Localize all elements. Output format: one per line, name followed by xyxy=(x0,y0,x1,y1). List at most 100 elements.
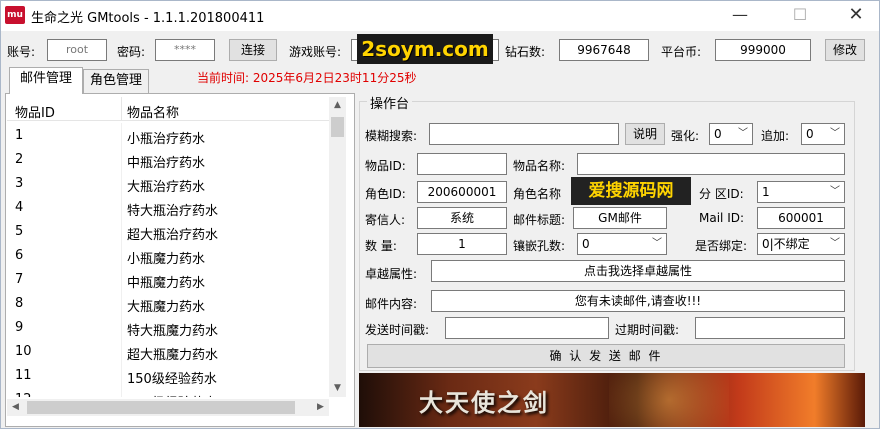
diamonds-input[interactable]: 9967648 xyxy=(559,39,649,61)
explain-button[interactable]: 说明 xyxy=(625,123,665,145)
item-name-cell: 中瓶治疗药水 xyxy=(127,156,206,171)
window-edge xyxy=(865,97,879,427)
table-row[interactable]: 2 中瓶治疗药水 xyxy=(7,147,345,171)
mail-title-label: 邮件标题: xyxy=(513,213,566,227)
hscroll-thumb[interactable] xyxy=(27,401,295,414)
zone-label: 分 区ID: xyxy=(699,187,744,201)
zone-select[interactable]: 1 ﹀ xyxy=(757,181,845,203)
item-id-cell: 2 xyxy=(15,152,24,167)
item-name-cell: 超大瓶治疗药水 xyxy=(127,228,219,243)
expire-time-input[interactable] xyxy=(695,317,845,339)
quantity-input[interactable]: 1 xyxy=(417,233,507,255)
enhance-select[interactable]: 0 ﹀ xyxy=(709,123,753,145)
table-row[interactable]: 7 中瓶魔力药水 xyxy=(7,267,345,291)
append-label: 追加: xyxy=(761,129,790,143)
scroll-left-icon[interactable]: ◀ xyxy=(7,399,24,416)
account-input[interactable]: root xyxy=(47,39,107,61)
send-time-label: 发送时间戳: xyxy=(365,323,430,337)
table-row[interactable]: 10 超大瓶魔力药水 xyxy=(7,339,345,363)
fuzzy-search-label: 模糊搜索: xyxy=(365,129,418,143)
connect-button[interactable]: 连接 xyxy=(229,39,277,61)
table-row[interactable]: 4 特大瓶治疗药水 xyxy=(7,195,345,219)
item-id-cell: 8 xyxy=(15,296,24,311)
send-time-input[interactable] xyxy=(445,317,609,339)
item-list[interactable]: 物品ID 物品名称 1 小瓶治疗药水 2 中瓶治疗药水 3 大瓶治疗药水 4 特大瓶治疗药水 5… xyxy=(7,97,345,397)
table-row[interactable]: 9 特大瓶魔力药水 xyxy=(7,315,345,339)
fuzzy-search-input[interactable] xyxy=(429,123,619,145)
table-row[interactable]: 5 超大瓶治疗药水 xyxy=(7,219,345,243)
close-button[interactable]: ✕ xyxy=(833,1,879,31)
banner-glow xyxy=(609,373,729,427)
chevron-down-icon: ﹀ xyxy=(830,238,840,249)
item-name-input[interactable] xyxy=(577,153,845,175)
item-name-cell: 大瓶治疗药水 xyxy=(127,180,206,195)
bound-select[interactable]: 0|不绑定 ﹀ xyxy=(757,233,845,255)
bound-label: 是否绑定: xyxy=(695,239,748,253)
current-time: 当前时间: 2025年6月2日23时11分25秒 xyxy=(197,71,417,85)
item-id-cell: 3 xyxy=(15,176,24,191)
banner-logo-text: 大天使之剑 xyxy=(419,388,549,417)
maximize-button[interactable]: ☐ xyxy=(777,1,823,31)
item-id-cell: 12 xyxy=(15,392,32,397)
chevron-down-icon: ﹀ xyxy=(738,128,748,139)
append-select[interactable]: 0 ﹀ xyxy=(801,123,845,145)
column-header-name[interactable]: 物品名称 xyxy=(127,102,179,121)
title-bar: mu 生命之光 GMtools - 1.1.1.201800411 — ☐ ✕ xyxy=(1,1,879,31)
diamonds-label: 钻石数: xyxy=(505,45,546,59)
item-id-cell: 9 xyxy=(15,320,24,335)
expire-time-label: 过期时间戳: xyxy=(615,323,680,337)
chevron-down-icon: ﹀ xyxy=(830,128,840,139)
mail-id-input[interactable]: 600001 xyxy=(757,207,845,229)
list-vertical-scrollbar[interactable]: ▲ ▼ xyxy=(329,97,346,397)
item-name-cell: 小瓶魔力药水 xyxy=(127,252,206,267)
role-id-label: 角色ID: xyxy=(365,187,406,201)
item-id-cell: 11 xyxy=(15,368,32,383)
password-input[interactable]: **** xyxy=(155,39,215,61)
enhance-label: 强化: xyxy=(671,129,700,143)
mail-content-input[interactable]: 您有未读邮件,请查收!!! xyxy=(431,290,845,312)
list-horizontal-scrollbar[interactable]: ◀ ▶ xyxy=(7,399,329,416)
mail-id-label: Mail ID: xyxy=(699,211,745,225)
sender-input[interactable]: 系统 xyxy=(417,207,507,229)
platform-coin-input[interactable]: 999000 xyxy=(715,39,811,61)
table-row[interactable]: 6 小瓶魔力药水 xyxy=(7,243,345,267)
scroll-down-icon[interactable]: ▼ xyxy=(329,380,346,397)
role-name-label: 角色名称 xyxy=(513,187,562,201)
tab-mail-management[interactable]: 邮件管理 xyxy=(9,67,83,94)
sender-label: 寄信人: xyxy=(365,213,406,227)
send-mail-button[interactable]: 确 认 发 送 邮 件 xyxy=(367,344,845,368)
table-row[interactable]: 8 大瓶魔力药水 xyxy=(7,291,345,315)
item-id-cell: 6 xyxy=(15,248,24,263)
item-id-label: 物品ID: xyxy=(365,159,406,173)
scroll-thumb[interactable] xyxy=(331,117,344,137)
table-row[interactable]: 12 230级经验药水 xyxy=(7,387,345,397)
minimize-button[interactable]: — xyxy=(717,1,763,31)
zone-value: 1 xyxy=(762,185,770,199)
scroll-up-icon[interactable]: ▲ xyxy=(329,97,346,114)
item-id-input[interactable] xyxy=(417,153,507,175)
socket-label: 镶嵌孔数: xyxy=(513,239,566,253)
column-header-id[interactable]: 物品ID xyxy=(15,102,55,121)
list-header: 物品ID 物品名称 xyxy=(7,97,345,121)
table-row[interactable]: 1 小瓶治疗药水 xyxy=(7,123,345,147)
modify-button[interactable]: 修改 xyxy=(825,39,865,61)
table-row[interactable]: 3 大瓶治疗药水 xyxy=(7,171,345,195)
tab-role-management[interactable]: 角色管理 xyxy=(83,69,149,93)
console-title: 操作台 xyxy=(367,93,413,112)
mail-title-input[interactable]: GM邮件 xyxy=(573,207,667,229)
append-value: 0 xyxy=(806,127,814,141)
item-name-cell: 230级经验药水 xyxy=(127,392,217,397)
game-banner-image: 大天使之剑 xyxy=(359,373,865,427)
table-row[interactable]: 11 150级经验药水 xyxy=(7,363,345,387)
item-name-cell: 大瓶魔力药水 xyxy=(127,300,206,315)
main-window: mu 生命之光 GMtools - 1.1.1.201800411 — ☐ ✕ … xyxy=(0,0,880,429)
role-id-input[interactable]: 200600001 xyxy=(417,181,507,203)
excellent-attributes-button[interactable]: 点击我选择卓越属性 xyxy=(431,260,845,282)
item-name-cell: 150级经验药水 xyxy=(127,372,217,387)
item-id-cell: 7 xyxy=(15,272,24,287)
mail-content-label: 邮件内容: xyxy=(365,297,418,311)
socket-select[interactable]: 0 ﹀ xyxy=(577,233,667,255)
scroll-right-icon[interactable]: ▶ xyxy=(312,399,329,416)
enhance-value: 0 xyxy=(714,127,722,141)
bound-value: 0|不绑定 xyxy=(762,237,810,251)
